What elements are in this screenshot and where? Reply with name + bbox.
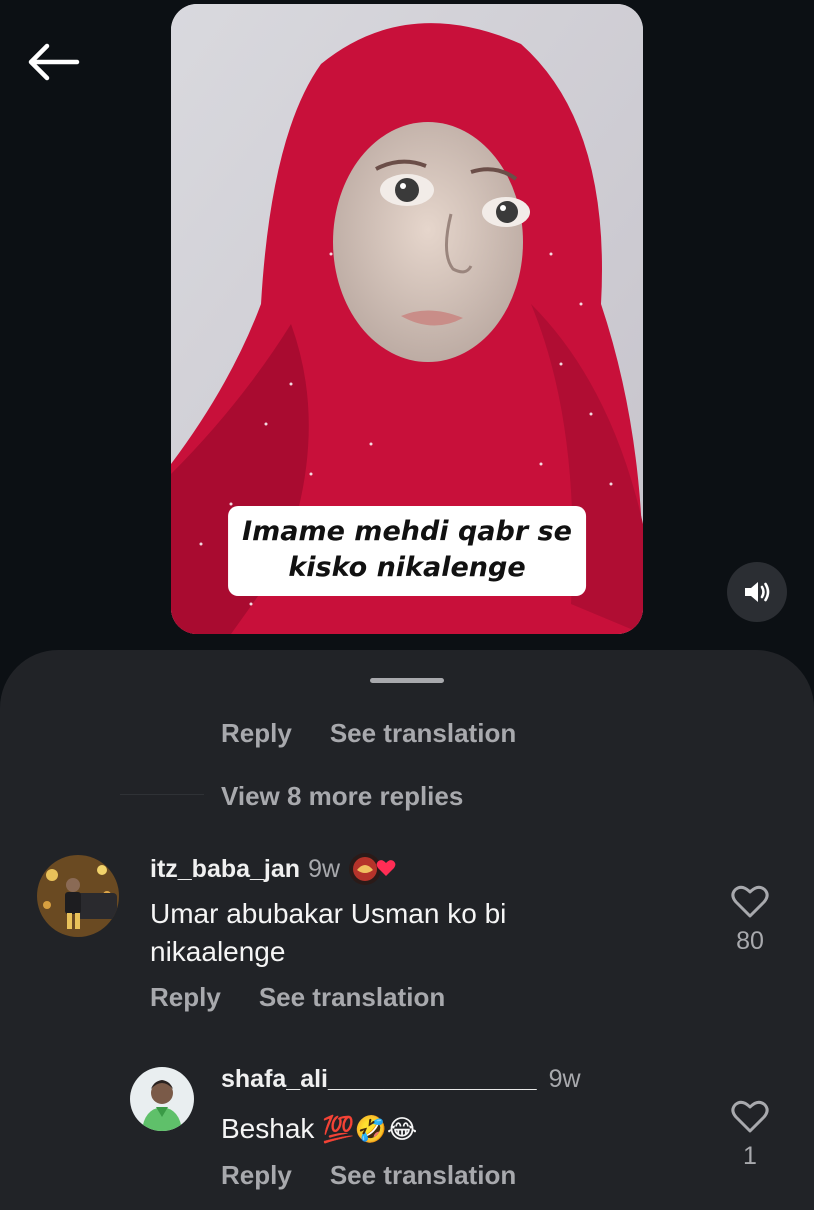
comment-text-line-1: Umar abubakar Usman ko bi: [150, 898, 507, 929]
user-avatar-image: [130, 1067, 194, 1131]
caption-line-2: kisko nikalenge: [288, 552, 526, 583]
heart-outline-icon: [731, 1100, 769, 1133]
caption-line-1: Imame mehdi qabr se: [242, 516, 572, 547]
username[interactable]: itz_baba_jan: [150, 855, 300, 884]
comments-sheet: Reply See translation View 8 more replie…: [0, 650, 814, 1210]
comment-actions: Reply See translation: [221, 718, 516, 749]
avatar[interactable]: [130, 1067, 194, 1131]
comment-text: Beshak 💯🤣😂: [221, 1110, 417, 1149]
like-count: 80: [736, 927, 764, 955]
view-replies-divider: [120, 794, 204, 795]
reply-button[interactable]: Reply: [150, 982, 221, 1013]
comment-actions: Reply See translation: [221, 1160, 516, 1191]
drag-handle[interactable]: [370, 678, 444, 683]
sound-on-icon: [745, 582, 770, 602]
user-avatar-image: [37, 855, 119, 937]
timestamp: 9w: [308, 854, 341, 883]
see-translation-button[interactable]: See translation: [330, 718, 516, 749]
comment-text: Umar abubakar Usman ko bi nikaalenge: [150, 895, 506, 971]
comment-header: shafa_ali_______________ 9w: [221, 1065, 581, 1094]
see-translation-button[interactable]: See translation: [330, 1160, 516, 1191]
video-preview[interactable]: Imame mehdi qabr se kisko nikalenge: [171, 4, 643, 634]
like-count: 1: [743, 1142, 757, 1170]
heart-outline-icon: [731, 885, 769, 918]
video-caption: Imame mehdi qabr se kisko nikalenge: [228, 506, 586, 596]
reply-button[interactable]: Reply: [221, 718, 292, 749]
sound-toggle-button[interactable]: [727, 562, 787, 622]
comment-text-body: Beshak: [221, 1113, 315, 1144]
timestamp: 9w: [548, 1065, 581, 1093]
reply-button[interactable]: Reply: [221, 1160, 292, 1191]
back-button[interactable]: [26, 40, 82, 84]
see-translation-button[interactable]: See translation: [259, 982, 445, 1013]
like-button[interactable]: 80: [726, 885, 774, 956]
like-button[interactable]: 1: [726, 1100, 774, 1171]
comment-text-line-2: nikaalenge: [150, 936, 286, 967]
username[interactable]: shafa_ali_______________: [221, 1065, 537, 1094]
comment-emojis: 💯🤣😂: [322, 1115, 418, 1145]
creator-liked-badge: [348, 852, 396, 886]
comment-header: itz_baba_jan 9w: [150, 852, 396, 886]
view-more-replies-button[interactable]: View 8 more replies: [221, 781, 463, 812]
comment-actions: Reply See translation: [150, 982, 445, 1013]
back-arrow-icon: [28, 43, 80, 81]
heart-filled-icon: [376, 860, 396, 876]
avatar[interactable]: [37, 855, 119, 937]
